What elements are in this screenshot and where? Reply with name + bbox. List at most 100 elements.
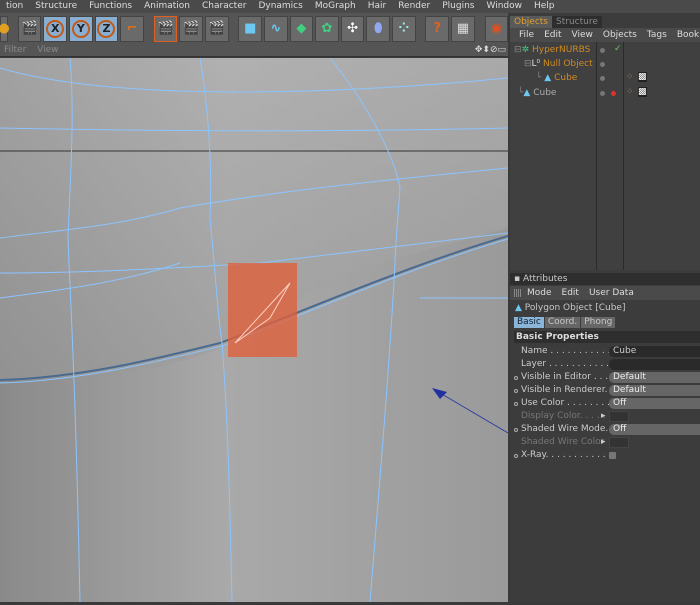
attr-row-name: Name . . . . . . . . . . . . Cube — [510, 345, 700, 358]
help-icon[interactable]: ? — [425, 15, 450, 42]
render-view-icon[interactable]: 🎬 — [153, 15, 178, 42]
menu-structure[interactable]: Structure — [29, 0, 83, 13]
visibility-dot[interactable] — [600, 48, 605, 53]
menu-character[interactable]: Character — [196, 0, 252, 13]
x-axis-button[interactable]: X — [43, 15, 68, 42]
display-color-swatch[interactable] — [609, 411, 629, 422]
objects-menu-objects[interactable]: Objects — [598, 30, 642, 40]
wireframe-mesh — [0, 57, 509, 603]
texture-tag-icon[interactable]: ▩ — [638, 72, 647, 82]
menu-mograph[interactable]: MoGraph — [309, 0, 362, 13]
environment-icon[interactable]: ⬮ — [366, 15, 390, 42]
objects-menu-view[interactable]: View — [567, 30, 598, 40]
list-item[interactable]: └▲ Cube — [518, 87, 556, 100]
tab-objects[interactable]: Objects — [510, 16, 553, 28]
attr-row-use-color: Use Color . . . . . . . . . Off — [510, 397, 700, 410]
menu-bar: tion Structure Functions Animation Chara… — [0, 0, 700, 13]
xray-checkbox[interactable] — [609, 452, 616, 459]
selected-polygon — [228, 263, 297, 357]
menu-render[interactable]: Render — [392, 0, 436, 13]
null-icon: L⁰ — [531, 59, 541, 69]
menu-hair[interactable]: Hair — [362, 0, 392, 13]
menu-window[interactable]: Window — [481, 0, 529, 13]
clapper-icon[interactable]: 🎬 — [17, 15, 42, 42]
array-icon[interactable]: ✿ — [315, 15, 339, 42]
visible-renderer-select[interactable]: Default — [609, 385, 700, 396]
hypernurbs-icon: ✲ — [521, 45, 530, 55]
browser-icon[interactable]: ◉ — [484, 15, 509, 42]
render-picture-viewer-icon[interactable]: 🎬 — [179, 15, 203, 42]
section-header: Basic Properties — [514, 331, 700, 343]
attr-menu-mode[interactable]: Mode — [522, 288, 557, 298]
animate-icon[interactable] — [514, 376, 518, 380]
list-item[interactable]: └ ▲ Cube — [536, 72, 577, 85]
tab-coord[interactable]: Coord. — [544, 317, 581, 328]
expand-arrow-icon[interactable]: ▸ — [601, 436, 606, 449]
animate-icon[interactable] — [514, 428, 518, 432]
list-item[interactable]: ⊟L⁰ Null Object — [524, 58, 593, 71]
attr-menu-edit[interactable]: Edit — [557, 288, 584, 298]
list-item[interactable]: ⊟✲ HyperNURBS — [514, 44, 590, 57]
nurbs-icon[interactable]: ◆ — [289, 15, 314, 42]
y-axis-button[interactable]: Y — [69, 15, 93, 42]
render-visibility-dot[interactable] — [611, 91, 616, 96]
visibility-dot[interactable] — [600, 62, 605, 67]
tab-phong[interactable]: Phong — [581, 317, 616, 328]
shaded-wire-mode-select[interactable]: Off — [609, 424, 700, 435]
menu-functions[interactable]: Functions — [83, 0, 138, 13]
timeline-icon[interactable]: ▦ — [451, 15, 475, 42]
phong-tag-icon[interactable]: ⁘ — [626, 72, 634, 82]
attr-row-shaded-wire-color: Shaded Wire Color ▸ — [510, 436, 700, 449]
objects-menu-tags[interactable]: Tags — [642, 30, 672, 40]
attr-row-layer: Layer . . . . . . . . . . . . — [510, 358, 700, 371]
viewport-menu-filter[interactable]: Filter — [0, 45, 30, 55]
viewport-menu-view[interactable]: View — [33, 45, 62, 55]
menu-animation[interactable]: Animation — [138, 0, 196, 13]
layer-field[interactable] — [609, 359, 700, 370]
attr-row-xray: X-Ray. . . . . . . . . . . . — [510, 449, 700, 462]
tab-basic[interactable]: Basic — [514, 317, 544, 328]
animate-icon[interactable] — [514, 389, 518, 393]
check-icon[interactable]: ✓ — [614, 44, 622, 54]
attributes-panel: ▪ Attributes Mode Edit User Data ▲ Polyg… — [510, 273, 700, 602]
attr-row-visible-renderer: Visible in Renderer. . Default — [510, 384, 700, 397]
menu-item[interactable]: tion — [0, 0, 29, 13]
partial-tool-icon[interactable]: ● — [0, 15, 10, 42]
visibility-dot[interactable] — [600, 91, 605, 96]
polygon-icon: ▲ — [523, 88, 531, 98]
polygon-icon: ▲ — [544, 73, 552, 83]
objects-menu-bookmarks[interactable]: Book — [672, 30, 700, 40]
tab-structure[interactable]: Structure — [552, 16, 602, 28]
3d-viewport[interactable] — [0, 57, 509, 603]
visible-editor-select[interactable]: Default — [609, 372, 700, 383]
attr-row-visible-editor: Visible in Editor . . . . . Default — [510, 371, 700, 384]
animate-icon[interactable] — [514, 454, 518, 458]
objects-menu-edit[interactable]: Edit — [539, 30, 566, 40]
z-axis-button[interactable]: Z — [94, 15, 119, 42]
coordinate-system-icon[interactable]: ⌐ — [120, 15, 144, 42]
use-color-select[interactable]: Off — [609, 398, 700, 409]
attr-row-display-color: Display Color. . . . . ▸ — [510, 410, 700, 423]
right-panel: Objects Structure File Edit View Objects… — [510, 13, 700, 602]
menu-plugins[interactable]: Plugins — [436, 0, 480, 13]
attr-menu-user-data[interactable]: User Data — [584, 288, 639, 298]
animate-icon[interactable] — [514, 402, 518, 406]
wire-color-swatch[interactable] — [609, 437, 629, 448]
polygon-icon: ▲ — [515, 303, 522, 313]
viewport-header: Filter View ✥⬍⊘▭ — [0, 44, 508, 57]
objects-menu-file[interactable]: File — [514, 30, 539, 40]
particle-icon[interactable]: ⁘ — [391, 15, 416, 42]
deformer-icon[interactable]: ✣ — [340, 15, 365, 42]
visibility-dot[interactable] — [600, 76, 605, 81]
menu-help[interactable]: Help — [528, 0, 561, 13]
render-settings-icon[interactable]: 🎬 — [204, 15, 229, 42]
phong-tag-icon[interactable]: ⁘ — [626, 87, 634, 97]
viewport-nav-icons[interactable]: ✥⬍⊘▭ — [475, 44, 506, 57]
cube-primitive-icon[interactable]: ■ — [238, 15, 263, 42]
menu-dynamics[interactable]: Dynamics — [252, 0, 308, 13]
texture-tag-icon[interactable]: ▩ — [638, 87, 647, 97]
name-field[interactable]: Cube — [609, 346, 700, 357]
expand-arrow-icon[interactable]: ▸ — [601, 410, 606, 423]
attributes-title: ▪ Attributes — [510, 273, 700, 285]
spline-icon[interactable]: ∿ — [264, 15, 288, 42]
